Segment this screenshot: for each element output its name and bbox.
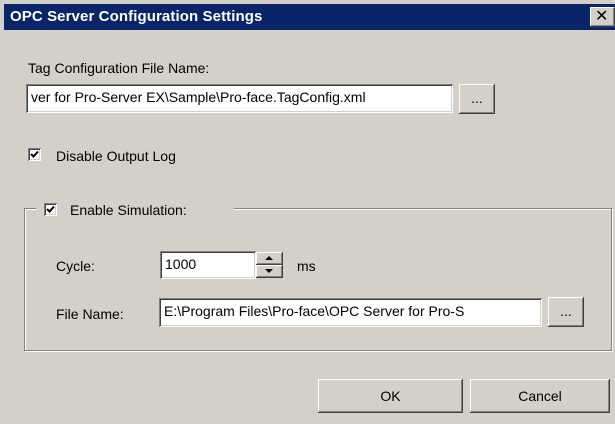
browse-button-label: ... [471,90,483,106]
checkmark-icon [30,150,39,158]
simulation-file-input[interactable]: E:\Program Files\Pro-face\OPC Server for… [159,298,542,327]
opc-settings-dialog: OPC Server Configuration Settings ✕ Tag … [0,0,615,424]
close-button[interactable]: ✕ [590,7,615,27]
disable-output-log-label: Disable Output Log [56,148,176,164]
browse-button-label: ... [560,303,572,319]
enable-simulation-label: Enable Simulation: [70,202,187,218]
tag-config-file-input[interactable]: ver for Pro-Server EX\Sample\Pro-face.Ta… [26,84,453,113]
enable-simulation-checkbox[interactable] [44,203,57,216]
cycle-decrement-button[interactable] [256,265,283,278]
title-bar[interactable]: OPC Server Configuration Settings ✕ [4,4,615,30]
cancel-button-label: Cancel [518,388,562,404]
cycle-value: 1000 [165,256,197,272]
cycle-unit: ms [297,258,316,274]
cancel-button[interactable]: Cancel [470,379,610,413]
arrow-down-icon [265,269,273,273]
simulation-file-browse-button[interactable]: ... [548,297,584,327]
ok-button-label: OK [380,388,401,404]
dialog-title: OPC Server Configuration Settings [10,8,263,25]
tag-config-browse-button[interactable]: ... [459,84,495,114]
simulation-groupbox [24,208,612,351]
disable-output-log-checkbox[interactable] [28,148,41,161]
cycle-label: Cycle: [56,258,95,274]
cycle-input[interactable]: 1000 [160,251,256,279]
ok-button[interactable]: OK [318,379,463,413]
arrow-up-icon [265,256,273,260]
simulation-file-value: E:\Program Files\Pro-face\OPC Server for… [164,303,465,319]
cycle-increment-button[interactable] [256,252,283,265]
cycle-stepper[interactable] [256,252,283,278]
checkmark-icon [46,205,55,213]
tag-config-label: Tag Configuration File Name: [28,60,210,76]
close-icon: ✕ [595,8,609,25]
tag-config-file-value: ver for Pro-Server EX\Sample\Pro-face.Ta… [31,89,366,105]
file-name-label: File Name: [56,306,124,322]
